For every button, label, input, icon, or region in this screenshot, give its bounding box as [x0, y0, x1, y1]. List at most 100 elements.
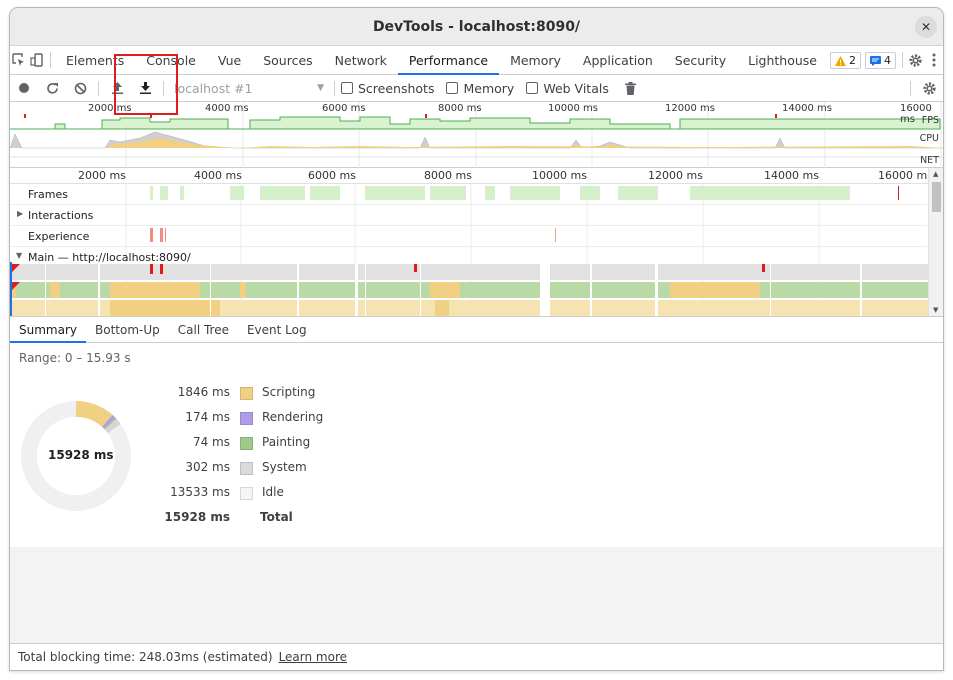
timeline-tick: 16000 ms [878, 169, 933, 182]
tab-summary[interactable]: Summary [10, 317, 86, 343]
more-options-icon[interactable] [925, 46, 943, 74]
tab-lighthouse[interactable]: Lighthouse [737, 46, 828, 74]
vertical-scrollbar[interactable]: ▲ ▼ [928, 168, 943, 316]
frames-track[interactable]: Frames [10, 184, 927, 205]
warning-icon [835, 55, 846, 66]
details-tab-bar: Summary Bottom-Up Call Tree Event Log [10, 316, 943, 343]
experience-track[interactable]: Experience [10, 226, 927, 247]
status-footer: Total blocking time: 248.03ms (estimated… [10, 643, 943, 670]
web-vitals-label: Web Vitals [543, 80, 609, 96]
timeline-tick: 10000 ms [532, 169, 587, 182]
legend-row-idle: 13533 ms Idle [160, 485, 360, 503]
capture-settings-gear-icon[interactable] [915, 75, 943, 102]
close-icon[interactable]: ✕ [915, 16, 937, 38]
rendering-name: Rendering [262, 410, 324, 424]
device-toolbar-icon[interactable] [28, 46, 46, 74]
messages-count: 4 [884, 54, 891, 67]
summary-panel: Range: 0 – 15.93 s 15928 ms 1846 ms Scri… [10, 343, 943, 548]
tab-bottom-up[interactable]: Bottom-Up [86, 317, 169, 342]
tab-event-log[interactable]: Event Log [238, 317, 316, 342]
timeline-tick: 8000 ms [424, 169, 472, 182]
cpu-label: CPU [919, 133, 939, 144]
window-title: DevTools - localhost:8090/ [372, 18, 581, 35]
title-bar: DevTools - localhost:8090/ ✕ [10, 8, 943, 46]
timeline-tick: 14000 ms [764, 169, 819, 182]
warnings-count: 2 [849, 54, 856, 67]
tab-security[interactable]: Security [664, 46, 737, 74]
screenshots-label: Screenshots [358, 80, 435, 96]
scrollbar-thumb[interactable] [932, 182, 941, 212]
checkbox-box [341, 82, 353, 94]
tab-sources[interactable]: Sources [252, 46, 323, 74]
memory-label: Memory [463, 80, 515, 96]
warnings-badge[interactable]: 2 [830, 52, 861, 69]
reload-record-icon[interactable] [38, 75, 66, 102]
legend-row-scripting: 1846 ms Scripting [160, 385, 360, 403]
legend-row-system: 302 ms System [160, 460, 360, 478]
collapse-arrow-icon[interactable]: ▼ [16, 251, 22, 260]
overview-tick: 14000 ms [782, 103, 832, 114]
timeline-ruler: 2000 ms 4000 ms 6000 ms 8000 ms 10000 ms… [10, 168, 943, 184]
message-icon [870, 55, 881, 66]
tab-network[interactable]: Network [324, 46, 398, 74]
overview-tick: 6000 ms [322, 103, 366, 114]
settings-gear-icon[interactable] [907, 46, 925, 74]
tab-call-tree[interactable]: Call Tree [169, 317, 238, 342]
interactions-track[interactable]: ▶ Interactions [10, 205, 927, 226]
interactions-label: Interactions [28, 209, 94, 222]
profile-select-value: localhost #1 [174, 80, 253, 96]
record-icon[interactable] [10, 75, 38, 102]
scroll-up-icon[interactable]: ▲ [933, 170, 938, 178]
overview-tick: 8000 ms [438, 103, 482, 114]
tab-performance[interactable]: Performance [397, 46, 500, 75]
system-name: System [262, 460, 307, 474]
legend-row-rendering: 174 ms Rendering [160, 410, 360, 428]
inspect-element-icon[interactable] [10, 46, 28, 74]
experience-label: Experience [28, 230, 90, 243]
overview-tick: 10000 ms [548, 103, 598, 114]
screenshots-checkbox[interactable]: Screenshots [341, 81, 434, 96]
idle-value: 13533 ms [170, 485, 230, 499]
timeline-tick: 12000 ms [648, 169, 703, 182]
scripting-swatch [240, 387, 253, 400]
painting-value: 74 ms [192, 435, 230, 449]
web-vitals-checkbox[interactable]: Web Vitals [526, 81, 609, 96]
overview-tick: 12000 ms [665, 103, 715, 114]
scroll-down-icon[interactable]: ▼ [933, 306, 938, 314]
painting-swatch [240, 437, 253, 450]
learn-more-link[interactable]: Learn more [279, 650, 347, 664]
timeline-tick: 4000 ms [194, 169, 242, 182]
trash-icon[interactable] [621, 75, 641, 102]
checkbox-box [446, 82, 459, 94]
range-text: Range: 0 – 15.93 s [19, 351, 131, 365]
divider [334, 80, 335, 96]
net-label: NET [920, 155, 939, 166]
timeline-tick: 2000 ms [78, 169, 126, 182]
memory-checkbox[interactable]: Memory [446, 81, 514, 96]
donut-total: 15928 ms [48, 448, 114, 462]
fps-label: FPS [921, 115, 939, 126]
tab-application[interactable]: Application [572, 46, 664, 74]
total-blocking-time: Total blocking time: 248.03ms (estimated… [18, 650, 273, 664]
expand-arrow-icon[interactable]: ▶ [17, 209, 23, 218]
divider [50, 52, 51, 68]
clear-icon[interactable] [66, 75, 94, 102]
main-track[interactable]: ▼ Main — http://localhost:8090/ [10, 247, 927, 268]
tab-vue[interactable]: Vue [207, 46, 252, 74]
total-value: 15928 ms [164, 510, 230, 524]
frames-label: Frames [28, 188, 69, 201]
profile-select[interactable]: localhost #1 ▼ [168, 81, 328, 96]
overview-tick: 4000 ms [205, 103, 249, 114]
legend-row-total: 15928 ms Total [160, 510, 360, 528]
legend-row-painting: 74 ms Painting [160, 435, 360, 453]
main-thread-label: Main — http://localhost:8090/ [28, 251, 191, 264]
tab-memory[interactable]: Memory [499, 46, 572, 74]
scripting-value: 1846 ms [177, 385, 230, 399]
messages-badge[interactable]: 4 [865, 52, 896, 69]
annotation-highlight-box [114, 54, 178, 115]
rendering-value: 174 ms [185, 410, 230, 424]
divider [910, 80, 911, 96]
checkbox-box [526, 82, 539, 94]
divider [902, 52, 903, 68]
flame-chart-area[interactable]: 2000 ms 4000 ms 6000 ms 8000 ms 10000 ms… [10, 168, 943, 316]
